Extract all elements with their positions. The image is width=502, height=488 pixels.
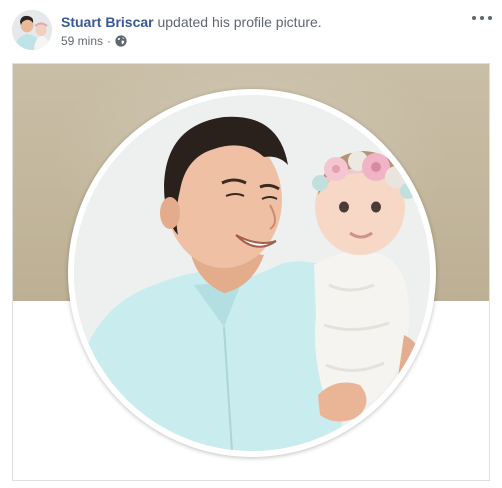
post-header: Stuart Briscar updated his profile pictu… xyxy=(12,10,322,52)
author-name-link[interactable]: Stuart Briscar xyxy=(61,14,154,30)
post-headline: Stuart Briscar updated his profile pictu… xyxy=(61,13,322,31)
more-dot xyxy=(472,16,476,20)
more-dot xyxy=(480,16,484,20)
separator-dot: · xyxy=(107,34,112,48)
more-options-icon[interactable] xyxy=(472,12,492,24)
feed-post: Stuart Briscar updated his profile pictu… xyxy=(0,0,502,488)
profile-picture[interactable] xyxy=(74,95,430,451)
post-action-text: updated his profile picture. xyxy=(153,14,322,30)
post-meta: Stuart Briscar updated his profile pictu… xyxy=(61,13,322,49)
more-dot xyxy=(488,16,492,20)
globe-icon[interactable] xyxy=(115,35,127,47)
profile-photo-image xyxy=(74,95,430,451)
author-avatar[interactable] xyxy=(12,10,52,50)
post-media[interactable] xyxy=(12,63,490,481)
post-timestamp[interactable]: 59 mins xyxy=(61,33,103,49)
profile-picture-frame xyxy=(68,89,436,457)
avatar-photo xyxy=(12,10,52,50)
post-subline: 59 mins · xyxy=(61,33,322,49)
